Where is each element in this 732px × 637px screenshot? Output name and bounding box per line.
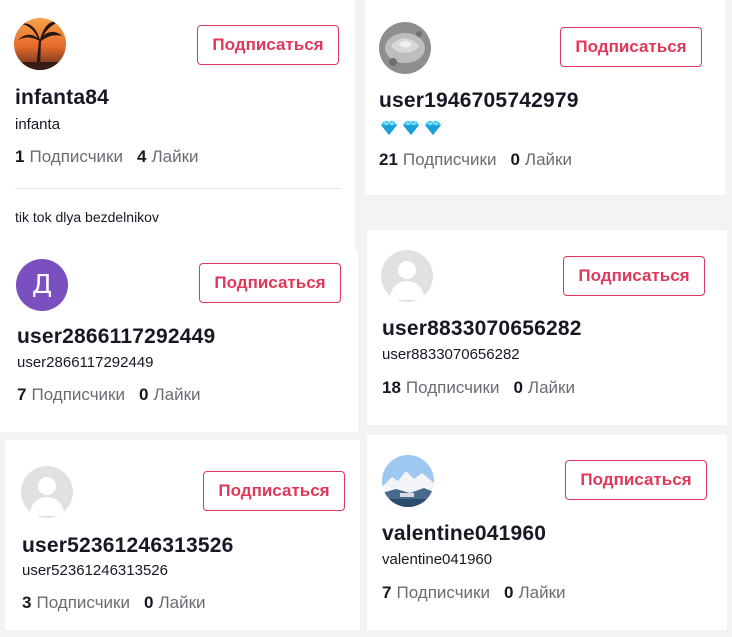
likes-label: Лайки <box>524 150 572 169</box>
user-card-user8833070656282[interactable]: Подписаться user8833070656282 user883307… <box>367 230 727 425</box>
likes-count: 0 <box>504 583 514 602</box>
stats: 18 Подписчики 0 Лайки <box>382 378 575 398</box>
stats: 7 Подписчики 0 Лайки <box>382 583 566 603</box>
nickname: infanta <box>15 116 61 133</box>
avatar[interactable] <box>379 22 431 74</box>
followers-count: 18 <box>382 378 401 397</box>
stats: 3 Подписчики 0 Лайки <box>22 593 206 613</box>
followers-count: 7 <box>17 385 27 404</box>
followers-count: 3 <box>22 593 32 612</box>
username[interactable]: user1946705742979 <box>379 89 579 113</box>
username[interactable]: user52361246313526 <box>22 534 233 558</box>
nickname: valentine041960 <box>382 551 493 568</box>
default-user-icon <box>21 466 73 518</box>
user-card-valentine041960[interactable]: Подписаться valentine041960 valentine041… <box>367 435 727 630</box>
follow-button[interactable]: Подписаться <box>565 460 707 500</box>
user-card-user52361246313526[interactable]: Подписаться user52361246313526 user52361… <box>5 440 360 630</box>
sunset-palm-photo-icon <box>14 18 66 70</box>
follow-button[interactable]: Подписаться <box>203 471 345 511</box>
likes-count: 0 <box>510 150 520 169</box>
follow-button[interactable]: Подписаться <box>197 25 339 65</box>
username[interactable]: user2866117292449 <box>17 325 215 349</box>
avatar[interactable]: Д <box>16 259 68 311</box>
likes-count: 0 <box>513 378 523 397</box>
follow-button[interactable]: Подписаться <box>563 256 705 296</box>
username[interactable]: infanta84 <box>15 86 109 110</box>
likes-label: Лайки <box>527 378 575 397</box>
likes-count: 4 <box>137 147 147 166</box>
follow-button[interactable]: Подписаться <box>199 263 341 303</box>
nickname <box>380 120 442 136</box>
diamond-icon <box>425 120 441 135</box>
stats: 21 Подписчики 0 Лайки <box>379 150 572 170</box>
followers-label: Подписчики <box>36 593 130 612</box>
stats: 1 Подписчики 4 Лайки <box>15 147 199 167</box>
followers-label: Подписчики <box>402 150 497 169</box>
followers-label: Подписчики <box>29 147 123 166</box>
avatar[interactable] <box>381 250 433 302</box>
avatar-letter: Д <box>31 270 53 300</box>
nickname: user2866117292449 <box>17 354 154 371</box>
username[interactable]: user8833070656282 <box>382 317 582 341</box>
followers-count: 21 <box>379 150 398 169</box>
followers-count: 1 <box>15 147 25 166</box>
likes-label: Лайки <box>518 583 566 602</box>
username[interactable]: valentine041960 <box>382 522 546 546</box>
likes-count: 0 <box>144 593 154 612</box>
avatar[interactable] <box>14 18 66 70</box>
followers-label: Подписчики <box>405 378 500 397</box>
snowy-mountain-photo-icon <box>382 455 434 507</box>
followers-label: Подписчики <box>31 385 125 404</box>
follow-button[interactable]: Подписаться <box>560 27 702 67</box>
stats: 7 Подписчики 0 Лайки <box>17 385 201 405</box>
avatar[interactable] <box>382 455 434 507</box>
divider <box>15 188 340 189</box>
user-card-infanta84[interactable]: Подписаться infanta84 infanta 1 Подписчи… <box>0 0 355 250</box>
followers-count: 7 <box>382 583 392 602</box>
followers-label: Подписчики <box>396 583 490 602</box>
nickname: user52361246313526 <box>22 562 168 579</box>
likes-count: 0 <box>139 385 149 404</box>
diamond-icon <box>403 120 419 135</box>
default-user-icon <box>381 250 433 302</box>
user-card-user1946705742979[interactable]: Подписаться user1946705742979 21 Подписч… <box>365 0 725 195</box>
likes-label: Лайки <box>153 385 201 404</box>
user-card-user2866117292449[interactable]: Д Подписаться user2866117292449 user2866… <box>0 250 358 432</box>
bio: tik tok dlya bezdelnikov <box>15 209 159 225</box>
likes-label: Лайки <box>158 593 206 612</box>
avatar[interactable] <box>21 466 73 518</box>
diamond-icon <box>381 120 397 135</box>
nickname: user8833070656282 <box>382 346 520 363</box>
grey-stone-photo-icon <box>379 22 431 74</box>
likes-label: Лайки <box>151 147 199 166</box>
